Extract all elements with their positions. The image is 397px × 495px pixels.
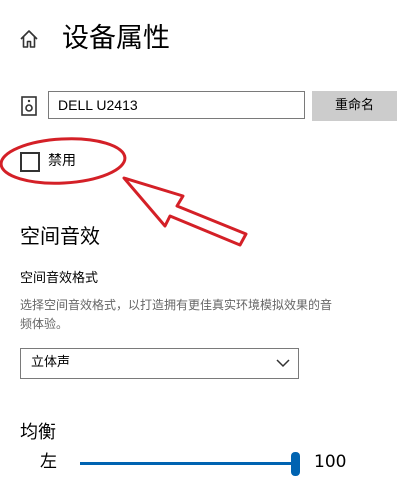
balance-heading: 均衡 bbox=[20, 422, 56, 443]
spatial-format-label: 空间音效格式 bbox=[20, 271, 99, 286]
balance-slider-track[interactable] bbox=[80, 462, 294, 465]
balance-left-label: 左 bbox=[40, 452, 57, 472]
chevron-down-icon bbox=[276, 359, 290, 368]
spatial-format-select[interactable]: 立体声 bbox=[20, 348, 299, 379]
page-title: 设备属性 bbox=[62, 23, 170, 54]
select-value: 立体声 bbox=[31, 355, 71, 370]
description-line-2: 频体验。 bbox=[20, 317, 69, 331]
rename-button[interactable]: 重命名 bbox=[312, 91, 397, 121]
device-name-input[interactable] bbox=[48, 91, 305, 119]
disable-label: 禁用 bbox=[48, 153, 76, 169]
annotation-arrow bbox=[122, 176, 248, 247]
home-icon[interactable] bbox=[18, 28, 40, 50]
speaker-icon bbox=[21, 96, 37, 116]
description-line-1: 选择空间音效格式，以打造拥有更佳真实环境模拟效果的音 bbox=[20, 298, 333, 312]
spatial-audio-heading: 空间音效 bbox=[20, 224, 100, 248]
balance-slider-thumb[interactable] bbox=[291, 452, 300, 476]
disable-checkbox[interactable] bbox=[20, 152, 40, 172]
balance-value: 100 bbox=[314, 452, 347, 472]
spatial-format-description: 选择空间音效格式，以打造拥有更佳真实环境模拟效果的音 频体验。 bbox=[20, 296, 397, 334]
